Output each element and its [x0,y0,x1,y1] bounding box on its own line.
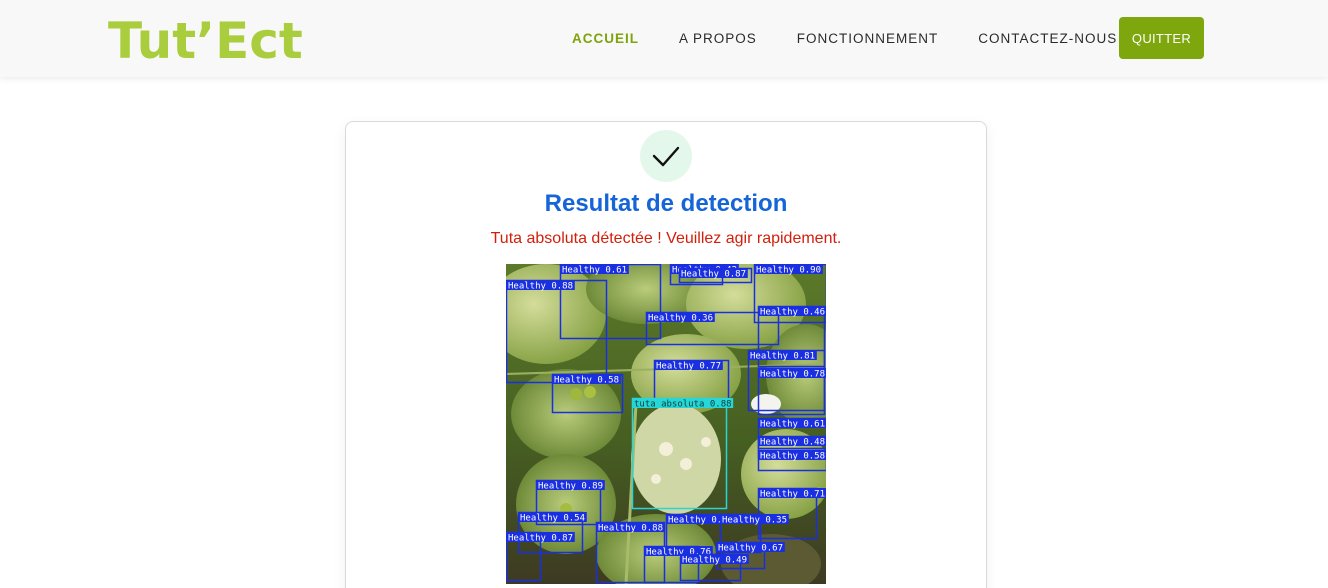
detection-label: Healthy 0.89 [538,482,603,492]
detection-label: Healthy 0.78 [760,370,825,380]
detection-label: Healthy 0.46 [760,308,825,318]
detection-label: Healthy 0.67 [718,544,783,554]
detection-label: Healthy 0.35 [722,516,787,526]
detection-label: Healthy 0.87 [681,270,746,280]
quit-button[interactable]: QUITTER [1119,17,1204,59]
detection-label: Healthy 0.48 [760,438,825,448]
success-badge [640,130,692,182]
result-card: Resultat de detection Tuta absoluta déte… [345,121,987,588]
detection-label: Healthy 0.54 [520,514,585,524]
detection-label: Healthy 0.61 [562,266,627,276]
detection-label: tuta absoluta 0.88 [634,400,732,410]
nav-link-fonctionnement[interactable]: FONCTIONNEMENT [797,31,939,46]
detection-label: Healthy 0.36 [648,314,713,324]
brand-logo[interactable]: Tut’Ect [108,8,303,74]
detection-label: Healthy 0.61 [760,420,825,430]
detection-label: Healthy 0.49 [682,556,747,566]
detection-image: Healthy 0.61Healthy 0.42Healthy 0.87Heal… [506,264,826,584]
detection-label: Healthy 0.87 [508,534,573,544]
detection-label: Healthy 0.81 [750,352,815,362]
nav-link-contactez-nous[interactable]: CONTACTEZ-NOUS [978,31,1117,46]
navbar: Tut’Ect ACCUEIL A PROPOS FONCTIONNEMENT … [0,0,1328,77]
detection-label: Healthy 0.77 [656,362,721,372]
check-icon [652,146,680,167]
detection-image-svg: Healthy 0.61Healthy 0.42Healthy 0.87Heal… [506,264,826,584]
nav-links: ACCUEIL A PROPOS FONCTIONNEMENT CONTACTE… [572,0,1157,77]
alert-message: Tuta absoluta détectée ! Veuillez agir r… [490,230,842,247]
detection-label: Healthy 0.58 [554,376,619,386]
nav-link-accueil[interactable]: ACCUEIL [572,31,639,46]
detection-label: Healthy 0.90 [756,266,821,276]
nav-link-a-propos[interactable]: A PROPOS [679,31,757,46]
detection-label: Healthy 0.88 [598,524,663,534]
detection-label: Healthy 0.71 [760,490,825,500]
detection-label: Healthy 0.58 [760,452,825,462]
detection-label: Healthy 0.88 [508,282,573,292]
result-title: Resultat de detection [544,190,788,217]
